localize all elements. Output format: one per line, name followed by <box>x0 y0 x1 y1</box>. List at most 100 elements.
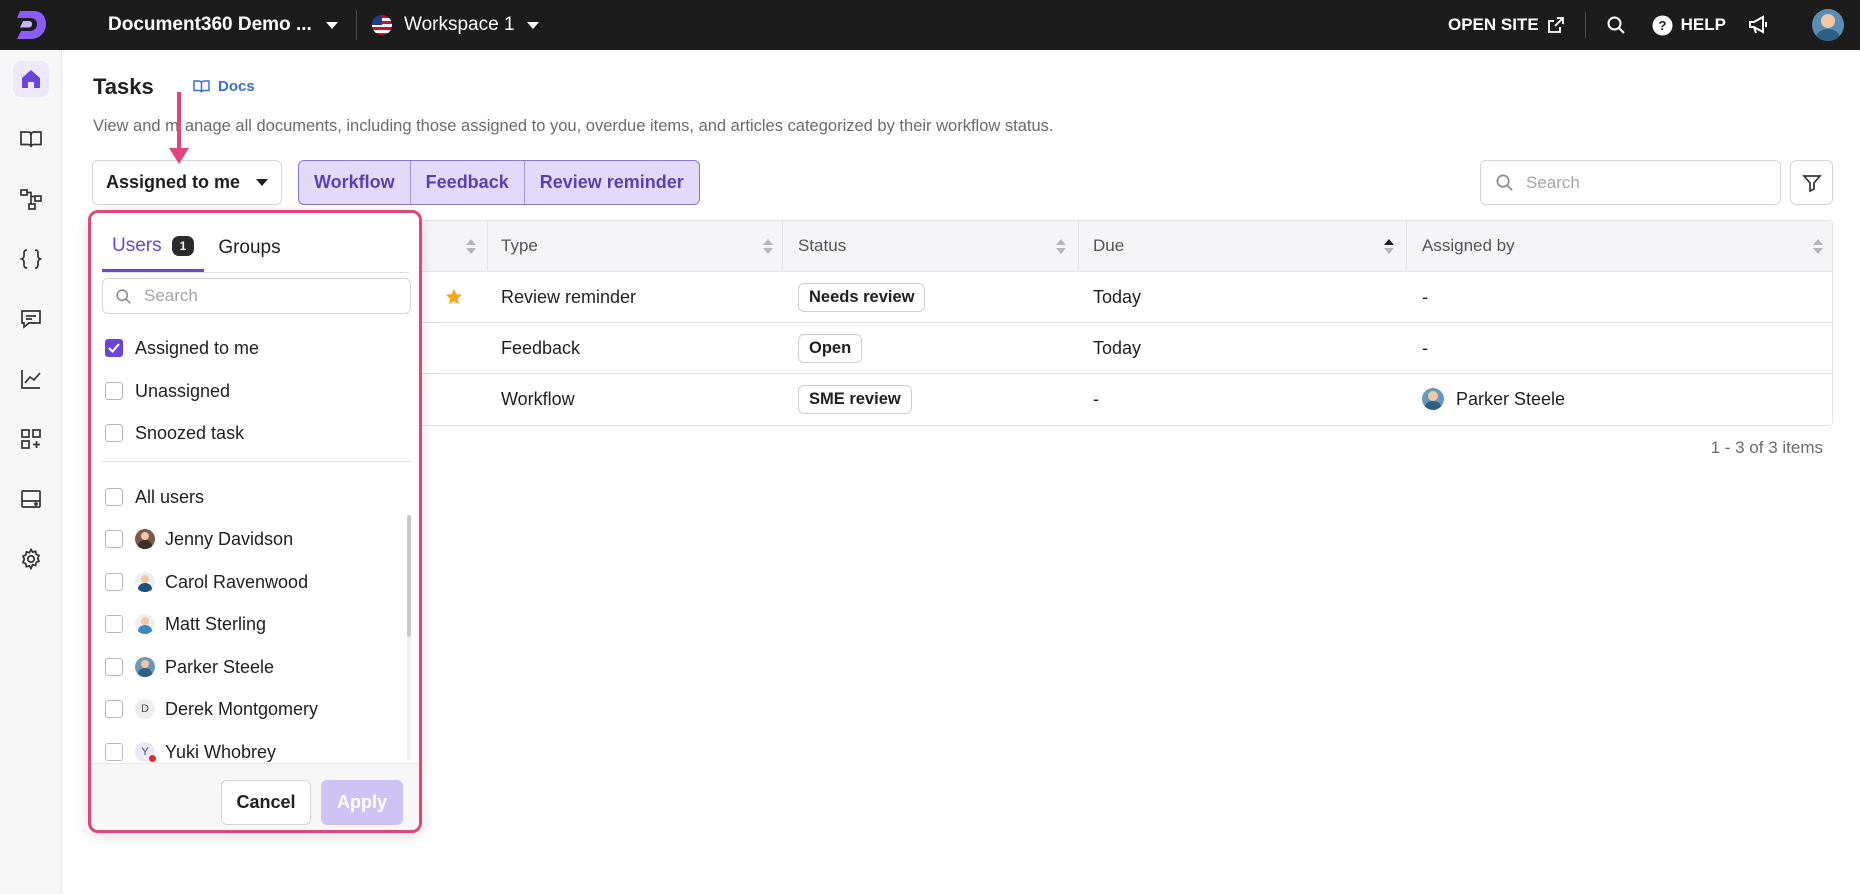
column-header-due[interactable]: Due <box>1093 221 1124 271</box>
checkbox[interactable] <box>105 530 123 548</box>
option-unassigned[interactable]: Unassigned <box>105 376 230 406</box>
sort-icon[interactable] <box>763 239 773 255</box>
funnel-icon <box>1801 174 1822 192</box>
help-label: HELP <box>1680 15 1726 34</box>
avatar <box>135 657 155 677</box>
assignee-filter-dropdown: Users 1 Groups Assigned to me Unassigned… <box>88 210 422 833</box>
project-selector[interactable]: Document360 Demo ... <box>108 0 338 50</box>
due-date: Today <box>1093 337 1142 358</box>
user-option[interactable]: Jenny Davidson <box>105 524 293 554</box>
chevron-down-icon <box>526 21 539 29</box>
search-icon <box>1496 174 1513 191</box>
page-title: Tasks <box>93 74 154 99</box>
star-icon[interactable] <box>445 272 463 322</box>
help-button[interactable]: ? HELP <box>1652 15 1726 36</box>
checkbox[interactable] <box>105 658 123 676</box>
column-header-type[interactable]: Type <box>501 221 538 271</box>
svg-text:?: ? <box>1658 18 1666 33</box>
home-icon <box>22 70 40 88</box>
checkbox[interactable] <box>105 743 123 761</box>
due-date: - <box>1093 388 1099 409</box>
tab-users-label: Users <box>112 235 162 256</box>
sort-icon[interactable] <box>1813 239 1823 255</box>
sort-ascending-icon[interactable] <box>1384 239 1394 255</box>
user-option[interactable]: Parker Steele <box>105 652 274 682</box>
apps-icon <box>21 429 41 449</box>
apply-button[interactable]: Apply <box>321 780 403 825</box>
search-input[interactable] <box>1526 172 1756 193</box>
segment-workflow[interactable]: Workflow <box>299 161 411 204</box>
user-option[interactable]: Carol Ravenwood <box>105 567 308 597</box>
status-badge: SME review <box>798 384 912 414</box>
description-start: View and m <box>93 117 179 135</box>
analytics-icon <box>21 370 41 389</box>
check-icon <box>108 343 120 353</box>
checkbox[interactable] <box>105 573 123 591</box>
checkbox[interactable] <box>105 424 123 442</box>
sidebar-api[interactable] <box>13 241 49 277</box>
task-type-segments: Workflow Feedback Review reminder <box>298 160 700 205</box>
search-icon <box>1607 16 1625 34</box>
document360-logo[interactable] <box>0 0 62 50</box>
checkbox[interactable] <box>105 488 123 506</box>
search-icon <box>116 288 131 304</box>
workspace-selector[interactable]: Workspace 1 <box>372 0 539 50</box>
docs-link[interactable]: Docs <box>193 78 255 95</box>
sidebar-settings[interactable] <box>13 541 49 577</box>
user-option[interactable]: Matt Sterling <box>105 609 266 639</box>
assigned-by: - <box>1422 337 1428 358</box>
workspace-name: Workspace 1 <box>404 14 515 35</box>
comment-icon <box>21 310 41 329</box>
checkbox[interactable] <box>105 382 123 400</box>
checkbox-checked[interactable] <box>105 339 123 357</box>
sort-icon[interactable] <box>1056 239 1066 255</box>
sort-icon[interactable] <box>466 239 476 255</box>
chevron-down-icon <box>256 179 269 186</box>
sidebar-home[interactable] <box>13 61 49 97</box>
option-all-users[interactable]: All users <box>105 482 204 512</box>
dropdown-footer: Cancel Apply <box>91 763 419 830</box>
segment-review-reminder[interactable]: Review reminder <box>525 161 699 204</box>
open-site-label: OPEN SITE <box>1447 15 1539 34</box>
user-avatar[interactable] <box>1812 9 1844 41</box>
open-site-button[interactable]: OPEN SITE <box>1448 15 1565 35</box>
assigned-filter-button[interactable]: Assigned to me <box>92 160 282 205</box>
status-badge: Open <box>798 333 863 363</box>
announcements-button[interactable] <box>1748 15 1770 35</box>
sidebar-workflow[interactable] <box>13 181 49 217</box>
sidebar-feedback[interactable] <box>13 301 49 337</box>
checkbox[interactable] <box>105 700 123 718</box>
pagination-info: 1 - 3 of 3 items <box>1710 438 1823 457</box>
cancel-button[interactable]: Cancel <box>221 780 311 825</box>
avatar <box>1422 388 1444 410</box>
option-assigned-to-me[interactable]: Assigned to me <box>105 333 259 363</box>
option-snoozed-task[interactable]: Snoozed task <box>105 418 244 448</box>
dropdown-tabs: Users 1 Groups <box>102 223 409 273</box>
assigned-filter-label: Assigned to me <box>105 172 241 192</box>
tab-groups-label: Groups <box>218 236 281 258</box>
column-header-status[interactable]: Status <box>798 221 846 271</box>
assigned-by: - <box>1422 286 1428 307</box>
top-bar: Document360 Demo ... Workspace 1 OPEN SI… <box>0 0 1860 50</box>
sidebar-drive[interactable] <box>13 481 49 517</box>
sidebar-documentation[interactable] <box>13 121 49 157</box>
assigned-by-cell: Parker Steele <box>1422 374 1565 424</box>
checkbox[interactable] <box>105 615 123 633</box>
divider <box>102 461 411 462</box>
option-label: Snoozed task <box>135 422 245 443</box>
sidebar-analytics[interactable] <box>13 361 49 397</box>
tab-groups[interactable]: Groups <box>208 223 290 272</box>
us-flag-icon <box>372 15 392 35</box>
braces-icon <box>20 249 42 269</box>
scrollbar-thumb[interactable] <box>407 515 411 637</box>
segment-feedback[interactable]: Feedback <box>411 161 525 204</box>
sidebar-integrations[interactable] <box>13 421 49 457</box>
filter-button[interactable] <box>1790 160 1833 205</box>
search-button[interactable] <box>1606 15 1626 35</box>
avatar <box>135 529 155 549</box>
user-option[interactable]: D Derek Montgomery <box>105 694 318 724</box>
description-end: anage all documents, including those ass… <box>184 117 1054 135</box>
user-search-input[interactable] <box>144 286 384 306</box>
tab-users[interactable]: Users 1 <box>102 223 205 272</box>
column-header-assigned-by[interactable]: Assigned by <box>1422 221 1515 271</box>
